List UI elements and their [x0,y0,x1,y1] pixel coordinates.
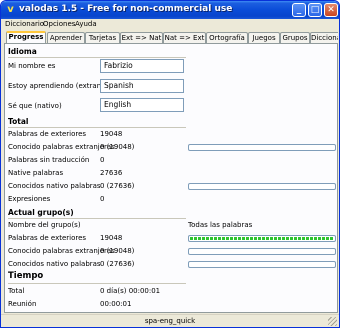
tiempo-row-value: 0 día(s) 00:00:01 [100,287,161,295]
minimize-icon: _ [296,5,302,15]
nombre-field[interactable]: Fabrizio [100,59,184,73]
known-native-progress-bar [188,183,336,190]
nativo-label: Sé que (nativo) [8,102,62,110]
maximize-button[interactable]: □ [308,3,322,17]
window-title: valodas 1.5 - Free for non-commercial us… [19,4,233,14]
tiempo-heading: Tiempo [8,271,44,281]
total-row-value: 19048 [100,130,123,138]
grupo-row-label: Palabras de exteriores [8,234,87,242]
tab-strip: Progress Aprender Tarjetas Ext => Nat Na… [4,31,338,43]
status-dictionary: spa-eng_quick [144,317,196,325]
grupo-row-value: 0 (19048) [100,247,135,255]
grupo-row-label: Conocido palabras extranjeras [8,247,115,255]
progress-fill [190,237,334,240]
tab-grupos[interactable]: Grupos [280,32,310,43]
tab-ortografia[interactable]: Ortografía [206,32,248,43]
grupo-separator [8,218,186,219]
tab-ext-nat[interactable]: Ext => Nat [120,32,163,43]
group-known-native-progress-bar [188,261,336,268]
tab-progress[interactable]: Progress [6,31,46,43]
total-row-value: 0 (27636) [100,182,135,190]
total-row-label: Conocidos nativo palabras [8,182,101,190]
grupo-nombre-value: Todas las palabras [188,221,253,229]
total-row-value: 0 [100,195,105,203]
total-row-value: 0 (19048) [100,143,135,151]
tiempo-separator [8,283,186,284]
group-known-foreign-progress-bar [188,248,336,255]
total-separator [8,127,186,128]
app-logo-icon: v [7,4,14,15]
menu-ayuda[interactable]: Ayuda [75,19,97,30]
tiempo-row-label: Total [8,287,25,295]
resize-grip-icon[interactable] [328,317,337,326]
idioma-heading: Idioma [8,47,37,56]
status-bar: spa-eng_quick [1,314,339,327]
app-window: v valodas 1.5 - Free for non-commercial … [0,0,340,328]
total-heading: Total [8,117,29,126]
known-foreign-progress-bar [188,144,336,151]
tab-juegos[interactable]: Juegos [248,32,280,43]
tab-tarjetas[interactable]: Tarjetas [85,32,120,43]
title-bar[interactable]: v valodas 1.5 - Free for non-commercial … [1,1,339,19]
nativo-field[interactable]: English [100,98,184,112]
minimize-button[interactable]: _ [292,3,306,17]
menu-bar: Diccionario Opciones Ayuda [1,19,339,30]
grupo-heading: Actual grupo(s) [8,208,74,217]
total-row-label: Expresiones [8,195,51,203]
nombre-label: Mi nombre es [8,62,56,70]
progress-panel: Idioma Mi nombre es Fabrizio Estoy apren… [4,43,338,313]
close-button[interactable]: ✕ [324,3,338,17]
total-row-label: Palabras de exteriores [8,130,87,138]
grupo-row-label: Conocidos nativo palabras [8,260,101,268]
tab-diccionario[interactable]: Diccionar [310,32,338,43]
tab-nat-ext[interactable]: Nat => Ext [163,32,206,43]
tiempo-row-label: Reunión [8,300,37,308]
close-icon: ✕ [327,5,335,15]
grupo-row-value: 0 (27636) [100,260,135,268]
menu-opciones[interactable]: Opciones [43,19,75,30]
total-row-label: Palabras sin traducción [8,156,90,164]
idioma-separator [8,57,186,58]
total-row-value: 27636 [100,169,123,177]
tiempo-row-value: 00:00:01 [100,300,132,308]
aprendiendo-field[interactable]: Spanish [100,79,184,93]
menu-diccionario[interactable]: Diccionario [5,19,44,30]
group-words-progress-bar [188,235,336,242]
grupo-row-value: 19048 [100,234,123,242]
tab-aprender[interactable]: Aprender [47,32,85,43]
grupo-nombre-label: Nombre del grupo(s) [8,221,81,229]
maximize-icon: □ [310,5,320,15]
total-row-value: 0 [100,156,105,164]
total-row-label: Conocido palabras extranjeras [8,143,115,151]
total-row-label: Native palabras [8,169,64,177]
